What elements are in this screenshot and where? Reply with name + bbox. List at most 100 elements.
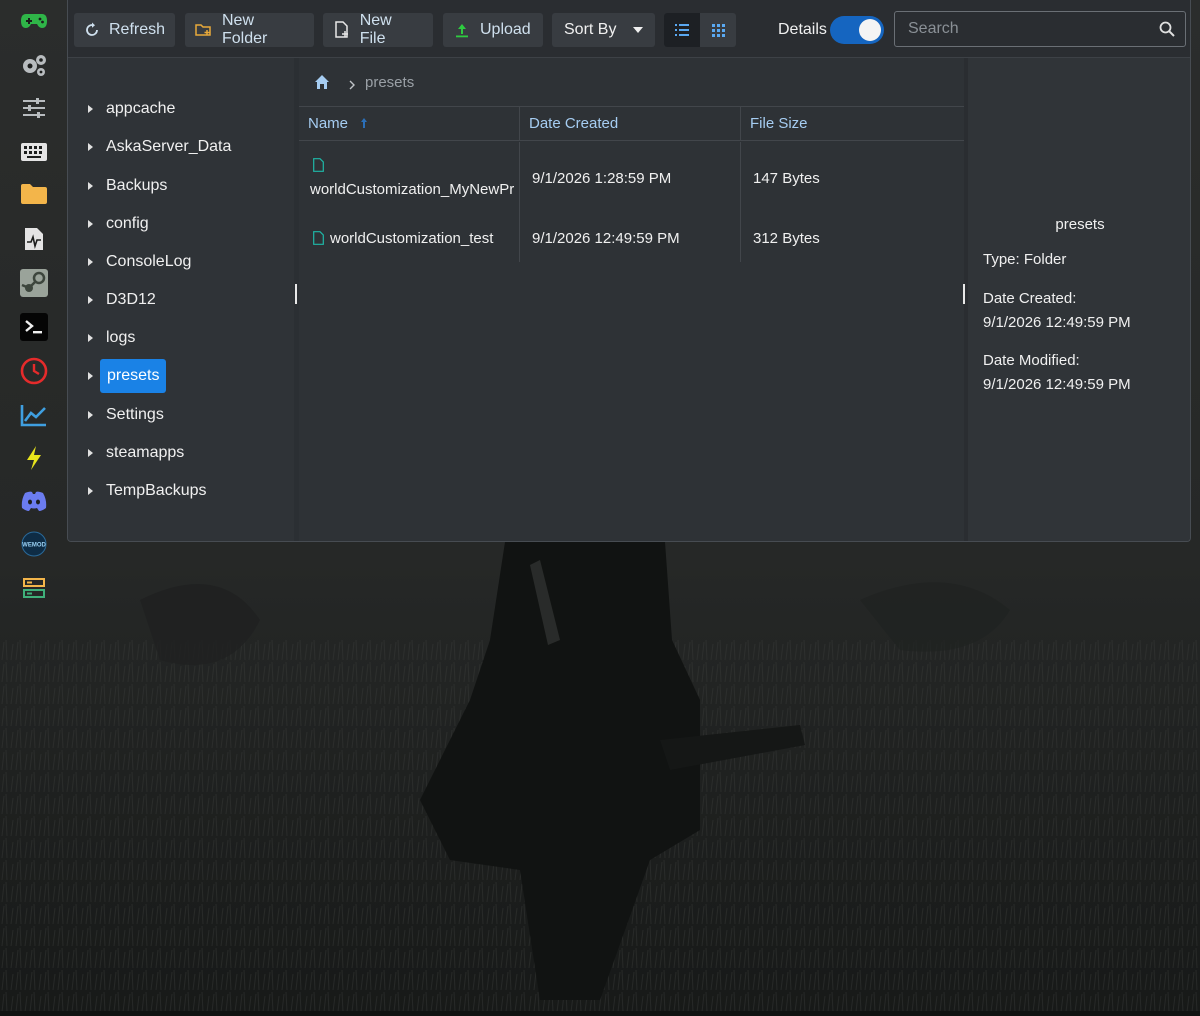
file-name: worldCustomization_MyNewPr: [310, 181, 515, 198]
search-box: [894, 11, 1186, 47]
new-folder-label: New Folder: [222, 12, 268, 47]
column-header-label: File Size: [750, 115, 808, 132]
details-date-modified-label: Date Modified:: [983, 352, 1080, 369]
tree-item-tempbackups[interactable]: TempBackups: [88, 478, 213, 504]
column-header-label: Name: [308, 115, 349, 132]
tree-item-consolelog[interactable]: ConsoleLog: [88, 249, 197, 275]
wemod-icon[interactable]: WEMOD: [14, 526, 54, 562]
expand-arrow-icon[interactable]: [88, 372, 93, 380]
tree-item-label: steamapps: [106, 444, 185, 461]
tree-item-backups[interactable]: Backups: [88, 173, 173, 199]
grid-view-icon: [711, 23, 725, 37]
tree-item-label: appcache: [106, 100, 176, 117]
details-type: Type: Folder: [983, 251, 1067, 268]
folder-tree: appcache AskaServer_Data Backups config …: [68, 58, 294, 541]
keyboard-icon[interactable]: [14, 134, 54, 170]
column-header-date-created[interactable]: Date Created: [520, 107, 741, 140]
sort-ascending-icon: [360, 115, 368, 128]
refresh-label: Refresh: [109, 21, 166, 38]
search-input[interactable]: [895, 12, 1158, 46]
expand-arrow-icon[interactable]: [88, 258, 93, 266]
expand-arrow-icon[interactable]: [88, 334, 93, 342]
refresh-button[interactable]: Refresh: [74, 13, 175, 47]
expand-arrow-icon[interactable]: [88, 411, 93, 419]
tree-item-steamapps[interactable]: steamapps: [88, 440, 190, 466]
file-icon: [313, 158, 324, 172]
new-folder-icon: [195, 21, 213, 39]
tree-item-askaserver-data[interactable]: AskaServer_Data: [88, 134, 237, 160]
steam-icon[interactable]: [14, 265, 54, 301]
expand-arrow-icon[interactable]: [88, 143, 93, 151]
expand-arrow-icon[interactable]: [88, 220, 93, 228]
details-toggle[interactable]: [830, 16, 884, 44]
chart-icon[interactable]: [14, 397, 54, 433]
gamepad-icon[interactable]: [14, 3, 54, 39]
new-folder-button[interactable]: New Folder: [185, 12, 314, 47]
table-row[interactable]: worldCustomization_test 9/1/2026 12:49:5…: [299, 214, 964, 262]
details-resize-handle[interactable]: [963, 284, 965, 304]
details-date-modified-value: 9/1/2026 12:49:59 PM: [983, 376, 1131, 393]
new-file-button[interactable]: New File: [323, 12, 433, 47]
details-title: presets: [1055, 216, 1105, 233]
sort-by-dropdown[interactable]: Sort By: [552, 13, 655, 47]
cell-name: worldCustomization_test: [299, 214, 520, 262]
lightning-icon[interactable]: [14, 440, 54, 476]
cell-file-size: 312 Bytes: [753, 229, 820, 247]
terminal-icon[interactable]: [14, 309, 54, 345]
details-panel: presets Type: Folder Date Created: 9/1/2…: [964, 58, 1190, 541]
expand-arrow-icon[interactable]: [88, 296, 93, 304]
cell-date-created: 9/1/2026 12:49:59 PM: [520, 214, 741, 262]
sort-by-label: Sort By: [564, 21, 617, 38]
cell-date-created: 9/1/2026 1:28:59 PM: [520, 142, 741, 214]
details-date-created-value: 9/1/2026 12:49:59 PM: [983, 314, 1131, 331]
tree-resize-handle[interactable]: [295, 284, 297, 304]
tree-item-d3d12[interactable]: D3D12: [88, 287, 162, 313]
sliders-icon[interactable]: [14, 90, 54, 126]
grid-view-button[interactable]: [700, 13, 736, 47]
clock-icon[interactable]: [14, 353, 54, 389]
column-header-name[interactable]: Name: [299, 107, 520, 140]
chevron-right-icon: [347, 77, 357, 90]
wemod-icon-label: WEMOD: [22, 543, 46, 549]
upload-label: Upload: [480, 21, 531, 38]
expand-arrow-icon[interactable]: [88, 487, 93, 495]
column-header-file-size[interactable]: File Size: [741, 107, 964, 140]
file-icon: [313, 231, 324, 245]
folder-icon[interactable]: [14, 176, 54, 212]
tree-item-presets[interactable]: presets: [88, 359, 167, 393]
details-date-created-label: Date Created:: [983, 290, 1077, 307]
list-view-button[interactable]: [664, 13, 700, 47]
column-header-label: Date Created: [529, 115, 619, 132]
upload-button[interactable]: Upload: [443, 13, 543, 47]
tree-item-label: AskaServer_Data: [106, 138, 232, 155]
discord-icon[interactable]: [14, 483, 54, 519]
home-icon[interactable]: [314, 74, 330, 90]
expand-arrow-icon[interactable]: [88, 105, 93, 113]
expand-arrow-icon[interactable]: [88, 449, 93, 457]
search-icon[interactable]: [1159, 21, 1175, 37]
tree-item-config[interactable]: config: [88, 211, 155, 237]
tree-item-label: ConsoleLog: [106, 253, 192, 270]
tree-item-logs[interactable]: logs: [88, 325, 141, 351]
table-row[interactable]: worldCustomization_MyNewPr 9/1/2026 1:28…: [299, 142, 964, 214]
tree-item-appcache[interactable]: appcache: [88, 96, 181, 122]
file-manager-window: Refresh New Folder New File Upload Sort …: [67, 0, 1191, 542]
toggle-knob: [859, 19, 881, 41]
gears-icon[interactable]: [14, 47, 54, 83]
breadcrumb: presets: [299, 58, 964, 107]
server-list-icon[interactable]: [14, 570, 54, 606]
activity-file-icon[interactable]: [14, 221, 54, 257]
table-header: Name Date Created File Size: [299, 107, 964, 141]
file-list-pane: presets Name Date Created File Size worl…: [299, 58, 964, 541]
cell-name: worldCustomization_MyNewPr: [299, 142, 520, 214]
chevron-down-icon: [633, 27, 643, 33]
tree-item-label: D3D12: [106, 291, 156, 308]
new-file-label: New File: [359, 12, 392, 47]
new-file-icon: [333, 21, 351, 39]
tree-item-settings[interactable]: Settings: [88, 402, 170, 428]
tree-item-label: presets: [100, 359, 167, 393]
tree-item-label: config: [106, 215, 149, 232]
expand-arrow-icon[interactable]: [88, 182, 93, 190]
breadcrumb-current[interactable]: presets: [365, 74, 414, 91]
cell-file-size: 147 Bytes: [753, 169, 820, 187]
